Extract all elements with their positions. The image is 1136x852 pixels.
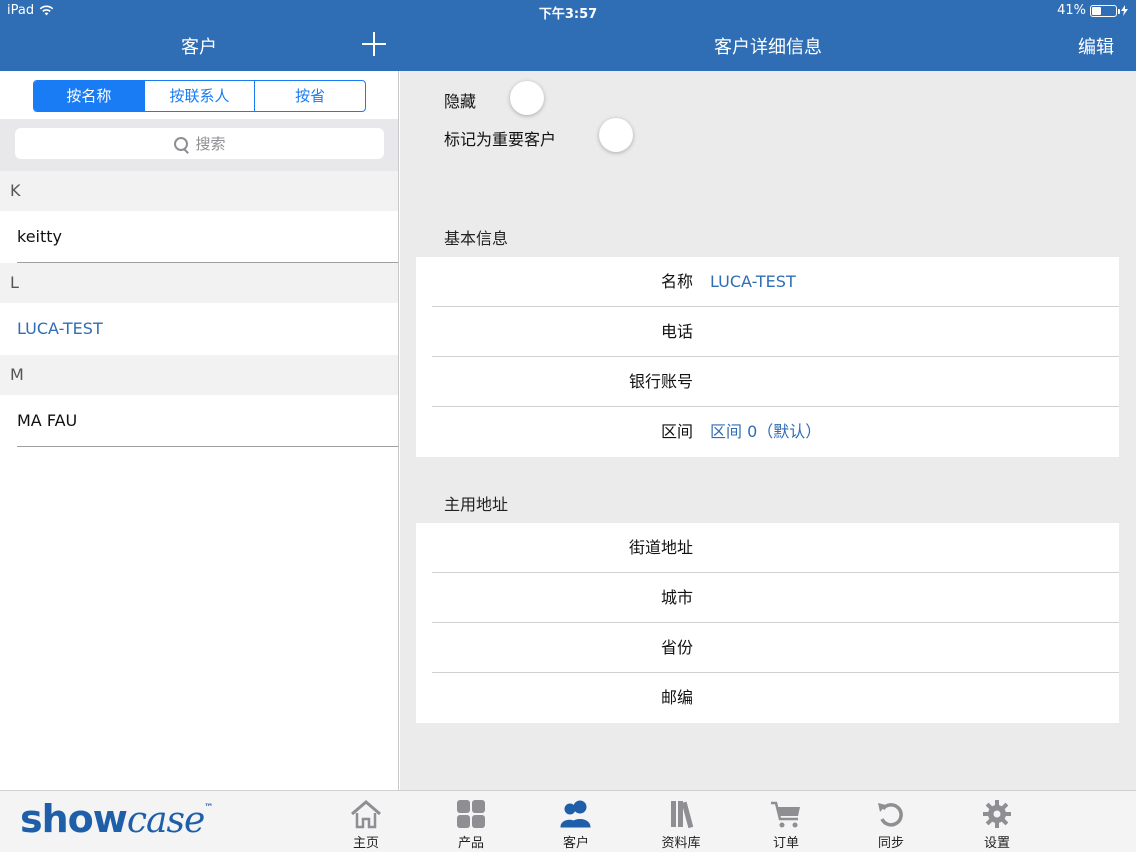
province-row[interactable]: 省份 — [416, 623, 1119, 673]
segment-by-province[interactable]: 按省 — [255, 81, 365, 111]
city-row[interactable]: 城市 — [416, 573, 1119, 623]
search-icon — [173, 136, 189, 152]
zone-row[interactable]: 区间 区间 0（默认） — [416, 407, 1119, 457]
name-label: 名称 — [660, 272, 693, 291]
zone-label: 区间 — [660, 422, 693, 441]
customer-detail-panel: 隐藏 标记为重要客户 基本信息 名称 LUCA-TEST 电话 银行账号 区间 … — [400, 71, 1136, 790]
street-label: 街道地址 — [628, 538, 693, 557]
zone-value: 区间 0（默认） — [710, 422, 822, 441]
showcase-logo: showcase™ — [20, 797, 213, 841]
phone-row[interactable]: 电话 — [416, 307, 1119, 357]
tab-sync[interactable]: 同步 — [856, 799, 926, 851]
postcode-row[interactable]: 邮编 — [416, 673, 1119, 723]
tab-products[interactable]: 产品 — [436, 799, 506, 851]
divider — [17, 446, 398, 447]
customers-icon — [560, 800, 591, 828]
tab-library[interactable]: 资料库 — [646, 799, 716, 851]
battery-percent: 41% — [1057, 3, 1086, 18]
tab-customers[interactable]: 客户 — [541, 799, 611, 851]
phone-label: 电话 — [660, 322, 693, 341]
customer-name: LUCA-TEST — [17, 319, 103, 338]
edit-button[interactable]: 编辑 — [1078, 33, 1114, 59]
tab-orders[interactable]: 订单 — [751, 799, 821, 851]
customer-list-panel: 按名称 按联系人 按省 搜索 K keitty L LUCA-TEST M MA… — [0, 71, 399, 790]
gear-icon — [983, 800, 1011, 828]
address-title: 主用地址 — [444, 495, 509, 514]
top-bar: iPad 下午3:57 41% 客户 客户详细信息 编辑 — [0, 0, 1136, 71]
tab-label: 订单 — [772, 836, 799, 851]
status-time: 下午3:57 — [538, 7, 598, 22]
bank-account-row[interactable]: 银行账号 — [416, 357, 1119, 407]
customer-detail-title: 客户详细信息 — [714, 37, 822, 58]
important-customer-toggle[interactable] — [599, 118, 633, 152]
basic-info-group: 名称 LUCA-TEST 电话 银行账号 区间 区间 0（默认） — [416, 257, 1119, 457]
tab-label: 主页 — [352, 836, 379, 851]
tab-bar: showcase™ 主页 产品 客户 资料库 订单 同步 设置 — [0, 790, 1136, 852]
important-customer-label: 标记为重要客户 — [444, 130, 557, 149]
tab-label: 客户 — [562, 836, 589, 851]
tab-label: 资料库 — [661, 836, 701, 851]
customers-title: 客户 — [181, 37, 217, 58]
province-label: 省份 — [660, 638, 693, 657]
customer-name: MA FAU — [17, 411, 78, 430]
tab-label: 设置 — [983, 836, 1010, 851]
name-row[interactable]: 名称 LUCA-TEST — [416, 257, 1119, 307]
customer-item-luca-test[interactable]: LUCA-TEST — [0, 303, 398, 355]
basic-info-title: 基本信息 — [444, 229, 509, 248]
tab-label: 产品 — [457, 836, 484, 851]
cart-icon — [771, 801, 800, 828]
search-area: 搜索 — [0, 119, 398, 171]
tab-label: 同步 — [877, 836, 904, 851]
tab-home[interactable]: 主页 — [331, 799, 401, 851]
section-header-l: L — [0, 263, 398, 303]
add-customer-button[interactable] — [360, 30, 388, 58]
sort-segmented-control: 按名称 按联系人 按省 — [33, 80, 366, 112]
search-placeholder: 搜索 — [195, 135, 226, 153]
hide-toggle[interactable] — [510, 81, 544, 115]
customer-item-ma-fau[interactable]: MA FAU — [0, 395, 398, 447]
sync-icon — [878, 803, 903, 827]
segment-by-name[interactable]: 按名称 — [34, 81, 145, 111]
city-label: 城市 — [660, 588, 693, 607]
segment-by-contact[interactable]: 按联系人 — [145, 81, 256, 111]
library-icon — [671, 801, 694, 829]
bank-account-label: 银行账号 — [628, 372, 693, 391]
products-icon — [457, 800, 485, 828]
hide-label: 隐藏 — [444, 92, 477, 111]
tab-settings[interactable]: 设置 — [962, 799, 1032, 851]
home-icon — [351, 800, 381, 829]
search-input[interactable]: 搜索 — [15, 128, 384, 159]
postcode-label: 邮编 — [660, 688, 693, 707]
address-group: 街道地址 城市 省份 邮编 — [416, 523, 1119, 723]
customer-name: keitty — [17, 227, 62, 246]
customer-item-keitty[interactable]: keitty — [0, 211, 398, 263]
charging-icon — [1121, 5, 1128, 16]
street-row[interactable]: 街道地址 — [416, 523, 1119, 573]
name-value: LUCA-TEST — [710, 272, 796, 291]
status-right: 41% — [1057, 3, 1128, 18]
section-header-m: M — [0, 355, 398, 395]
battery-icon — [1090, 4, 1120, 17]
section-header-k: K — [0, 171, 398, 211]
